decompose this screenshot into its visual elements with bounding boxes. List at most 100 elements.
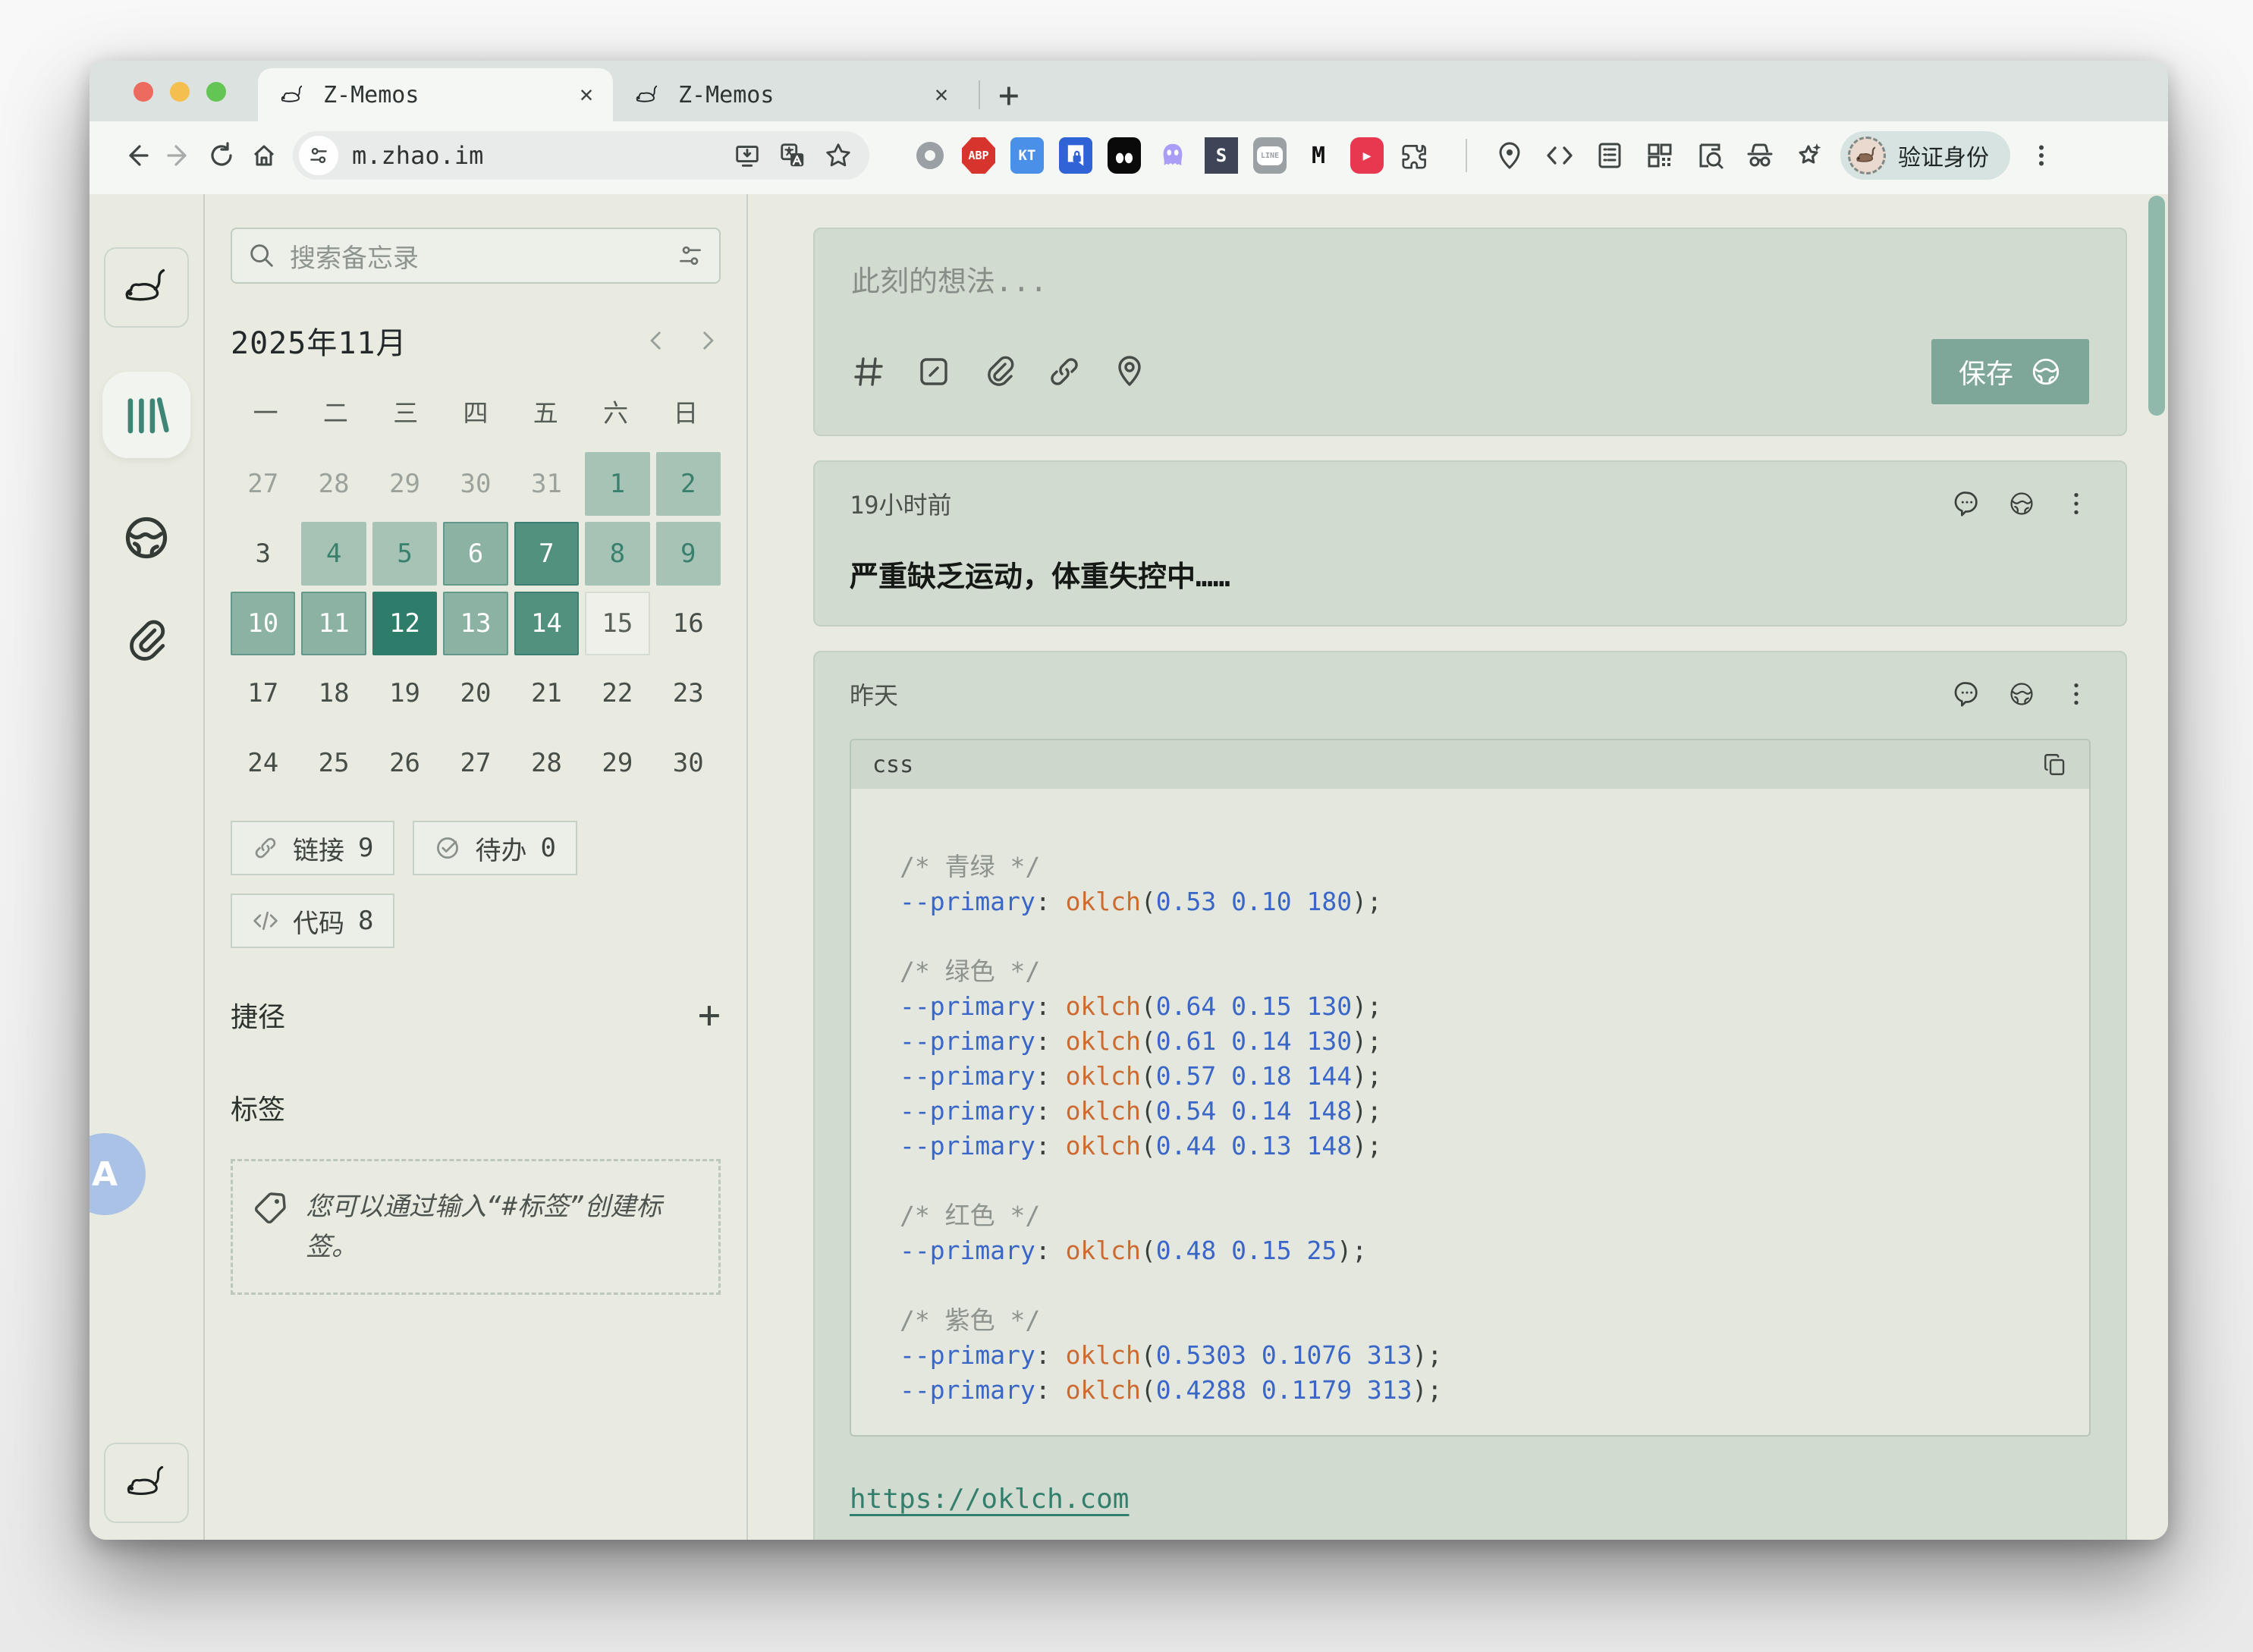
forward-button[interactable] bbox=[158, 134, 200, 177]
reload-button[interactable] bbox=[200, 134, 243, 177]
tab-close-icon[interactable]: ✕ bbox=[935, 83, 948, 106]
visibility-globe-icon[interactable] bbox=[2007, 489, 2036, 518]
qr-code-icon[interactable] bbox=[1645, 140, 1675, 171]
calendar-day[interactable]: 9 bbox=[656, 522, 721, 586]
location-pin-icon[interactable] bbox=[1494, 140, 1525, 171]
library-nav-button[interactable] bbox=[102, 372, 190, 458]
ring-extension-icon[interactable] bbox=[913, 137, 947, 174]
app-logo-button[interactable] bbox=[104, 247, 189, 328]
calendar-day[interactable]: 3 bbox=[231, 522, 295, 586]
close-window-button[interactable] bbox=[134, 82, 153, 102]
s-extension-icon[interactable]: S bbox=[1205, 137, 1238, 174]
calendar-day[interactable]: 30 bbox=[656, 731, 721, 795]
todo-stat-button[interactable]: 待办 0 bbox=[413, 821, 577, 875]
calendar-day[interactable]: 13 bbox=[443, 592, 507, 655]
calendar-day[interactable]: 30 bbox=[443, 452, 507, 516]
calendar-next-icon[interactable] bbox=[695, 328, 721, 353]
attach-file-icon[interactable] bbox=[982, 354, 1017, 389]
calendar-day[interactable]: 25 bbox=[301, 731, 366, 795]
calendar-day[interactable]: 11 bbox=[301, 592, 366, 655]
calendar-day[interactable]: 21 bbox=[514, 661, 579, 725]
ghost-extension-icon[interactable] bbox=[1156, 137, 1189, 174]
memo-link[interactable]: https://oklch.com bbox=[850, 1484, 1129, 1515]
calendar-day[interactable]: 7 bbox=[514, 522, 579, 586]
calendar-day[interactable]: 2 bbox=[656, 452, 721, 516]
incognito-icon[interactable] bbox=[1745, 140, 1775, 171]
calendar-day[interactable]: 1 bbox=[585, 452, 649, 516]
filter-sliders-icon[interactable] bbox=[677, 242, 704, 269]
code-stat-button[interactable]: 代码 8 bbox=[231, 894, 394, 948]
calendar-day[interactable]: 23 bbox=[656, 661, 721, 725]
calendar-day[interactable]: 28 bbox=[514, 731, 579, 795]
browser-menu-icon[interactable] bbox=[2027, 141, 2056, 170]
calendar-day[interactable]: 29 bbox=[585, 731, 649, 795]
search-input[interactable]: 搜索备忘录 bbox=[231, 228, 721, 284]
comment-icon[interactable] bbox=[1953, 680, 1981, 708]
calendar-day[interactable]: 17 bbox=[231, 661, 295, 725]
sparkle-star-icon[interactable] bbox=[1795, 140, 1825, 171]
kt-extension-icon[interactable]: KT bbox=[1010, 137, 1044, 174]
location-icon[interactable] bbox=[1112, 354, 1147, 389]
calendar-day[interactable]: 4 bbox=[301, 522, 366, 586]
translate-icon[interactable] bbox=[778, 141, 807, 170]
bookmark-star-icon[interactable] bbox=[824, 141, 853, 170]
calendar-day[interactable]: 6 bbox=[443, 522, 507, 586]
markdown-extension-icon[interactable]: M bbox=[1302, 137, 1335, 174]
calendar-day[interactable]: 10 bbox=[231, 592, 295, 655]
bottom-logo-button[interactable] bbox=[104, 1443, 189, 1523]
calendar-day[interactable]: 5 bbox=[372, 522, 437, 586]
calendar-day[interactable]: 29 bbox=[372, 452, 437, 516]
insert-link-icon[interactable] bbox=[1047, 354, 1082, 389]
password-lock-extension-icon[interactable] bbox=[1059, 137, 1092, 174]
calendar-day[interactable]: 24 bbox=[231, 731, 295, 795]
extensions-puzzle-icon[interactable] bbox=[1399, 137, 1432, 174]
calendar-day[interactable]: 16 bbox=[656, 592, 721, 655]
calendar-day[interactable]: 19 bbox=[372, 661, 437, 725]
calendar-day[interactable]: 27 bbox=[443, 731, 507, 795]
new-tab-button[interactable]: + bbox=[991, 77, 1027, 112]
calendar-day[interactable]: 18 bbox=[301, 661, 366, 725]
square-slash-icon[interactable] bbox=[916, 354, 951, 389]
search-tabs-icon[interactable] bbox=[1695, 140, 1725, 171]
save-button[interactable]: 保存 bbox=[1931, 339, 2089, 404]
calendar-day[interactable]: 14 bbox=[514, 592, 579, 655]
install-app-icon[interactable] bbox=[733, 141, 762, 170]
calendar-day[interactable]: 15 bbox=[585, 592, 649, 655]
calendar-day[interactable]: 12 bbox=[372, 592, 437, 655]
tab-close-icon[interactable]: ✕ bbox=[580, 83, 593, 106]
calendar-day[interactable]: 27 bbox=[231, 452, 295, 516]
translate-float-button[interactable]: A bbox=[90, 1133, 146, 1215]
minimize-window-button[interactable] bbox=[170, 82, 190, 102]
calendar-day[interactable]: 26 bbox=[372, 731, 437, 795]
calendar-day[interactable]: 20 bbox=[443, 661, 507, 725]
calendar-prev-icon[interactable] bbox=[643, 328, 669, 353]
copy-code-button[interactable] bbox=[2042, 752, 2068, 777]
zoom-window-button[interactable] bbox=[206, 82, 226, 102]
code-brackets-icon[interactable] bbox=[1544, 140, 1575, 171]
explore-nav-button[interactable] bbox=[123, 514, 170, 561]
comment-icon[interactable] bbox=[1953, 489, 1981, 518]
reading-list-icon[interactable] bbox=[1595, 140, 1625, 171]
video-extension-icon[interactable]: ▶ bbox=[1350, 137, 1384, 174]
hashtag-icon[interactable] bbox=[851, 354, 886, 389]
memo-menu-icon[interactable] bbox=[2062, 680, 2091, 708]
attachments-nav-button[interactable] bbox=[124, 617, 168, 661]
back-button[interactable] bbox=[115, 134, 158, 177]
address-bar[interactable]: m.zhao.im bbox=[293, 131, 869, 180]
url-text[interactable]: m.zhao.im bbox=[352, 141, 716, 170]
links-stat-button[interactable]: 链接 9 bbox=[231, 821, 394, 875]
site-settings-icon[interactable] bbox=[299, 136, 338, 175]
calendar-day[interactable]: 8 bbox=[585, 522, 649, 586]
tab-inactive[interactable]: Z-Memos ✕ bbox=[613, 68, 968, 121]
home-button[interactable] bbox=[243, 134, 285, 177]
memo-editor[interactable]: 此刻的想法... 保存 bbox=[813, 228, 2127, 436]
visibility-globe-icon[interactable] bbox=[2007, 680, 2036, 708]
line-extension-icon[interactable]: LINE bbox=[1253, 137, 1287, 174]
memo-menu-icon[interactable] bbox=[2062, 489, 2091, 518]
profile-chip[interactable]: 验证身份 bbox=[1840, 131, 2010, 180]
eyes-extension-icon[interactable] bbox=[1108, 137, 1141, 174]
tab-active[interactable]: Z-Memos ✕ bbox=[258, 68, 613, 121]
calendar-day[interactable]: 31 bbox=[514, 452, 579, 516]
calendar-day[interactable]: 28 bbox=[301, 452, 366, 516]
calendar-day[interactable]: 22 bbox=[585, 661, 649, 725]
